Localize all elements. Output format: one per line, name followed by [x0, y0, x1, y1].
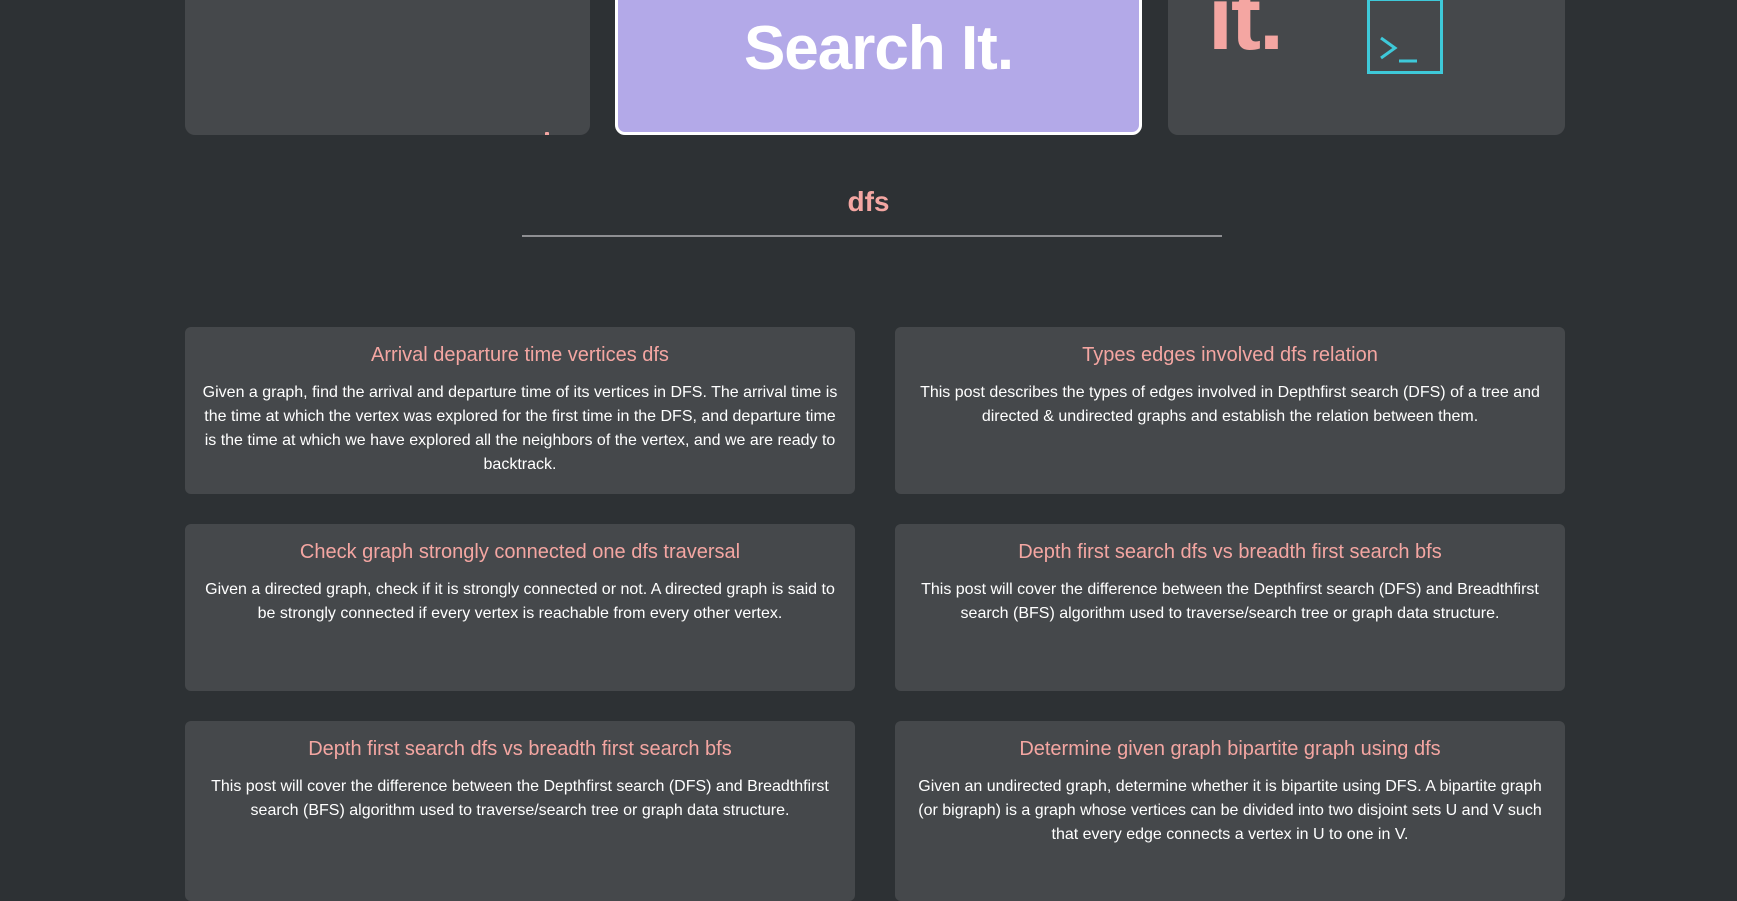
post-title[interactable]: Arrival departure time vertices dfs [201, 343, 839, 367]
hero-card-left[interactable] [185, 0, 590, 135]
search-it-label: Search It. [743, 14, 1014, 83]
post-description: Given a graph, find the arrival and depa… [202, 384, 838, 473]
post-description: Given an undirected graph, determine whe… [918, 778, 1542, 843]
decorative-mark [545, 132, 549, 135]
post-card[interactable]: Arrival departure time vertices dfs Give… [185, 327, 855, 494]
section-divider [522, 235, 1222, 237]
terminal-icon [1367, 0, 1443, 74]
post-description: Given a directed graph, check if it is s… [205, 581, 835, 622]
post-card[interactable]: Depth first search dfs vs breadth first … [185, 721, 855, 901]
post-title[interactable]: Depth first search dfs vs breadth first … [911, 540, 1549, 564]
post-card[interactable]: Depth first search dfs vs breadth first … [895, 524, 1565, 691]
post-card[interactable]: Determine given graph bipartite graph us… [895, 721, 1565, 901]
post-card[interactable]: Types edges involved dfs relation This p… [895, 327, 1565, 494]
post-title[interactable]: Check graph strongly connected one dfs t… [201, 540, 839, 564]
post-card[interactable]: Check graph strongly connected one dfs t… [185, 524, 855, 691]
hero-right-text: it. [1208, 0, 1284, 69]
post-title[interactable]: Depth first search dfs vs breadth first … [201, 737, 839, 761]
section-title: dfs [847, 186, 890, 217]
post-description: This post will cover the difference betw… [211, 778, 829, 819]
post-title[interactable]: Determine given graph bipartite graph us… [911, 737, 1549, 761]
search-it-card[interactable]: Search It. [615, 0, 1142, 135]
hero-card-right[interactable]: it. [1168, 0, 1565, 135]
post-description: This post will cover the difference betw… [921, 581, 1539, 622]
post-title[interactable]: Types edges involved dfs relation [911, 343, 1549, 367]
post-description: This post describes the types of edges i… [920, 384, 1540, 425]
